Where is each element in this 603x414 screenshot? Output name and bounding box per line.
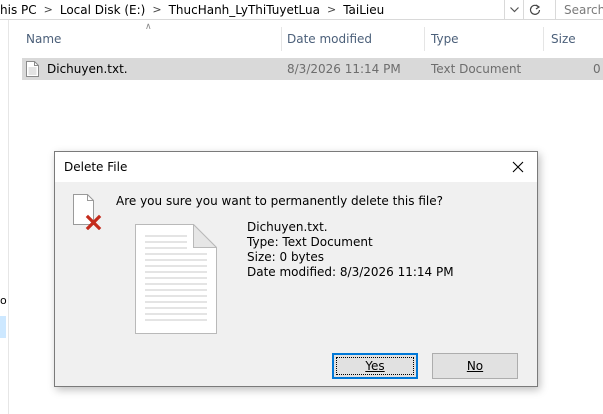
file-size: 0 <box>593 62 601 76</box>
breadcrumb-thuchanh[interactable]: ThucHanh_LyThiTuyetLua <box>165 3 324 17</box>
detail-file-name: Dichuyen.txt. <box>247 220 328 234</box>
refresh-button[interactable] <box>523 0 545 19</box>
text-document-icon <box>135 224 217 334</box>
column-divider[interactable] <box>424 27 425 51</box>
address-dropdown-button[interactable] <box>505 0 523 19</box>
column-divider[interactable] <box>281 27 282 51</box>
file-name[interactable]: Dichuyen.txt. <box>47 58 128 80</box>
column-header-type[interactable]: Type <box>431 27 541 51</box>
delete-file-icon <box>73 194 102 230</box>
breadcrumb[interactable]: his PC > Local Disk (E:) > ThucHanh_LyTh… <box>0 0 505 19</box>
breadcrumb-this-pc[interactable]: his PC <box>0 3 41 17</box>
nav-pane-selected-item[interactable] <box>0 316 6 338</box>
dialog-title: Delete File <box>64 160 128 174</box>
confirmation-question: Are you sure you want to permanently del… <box>116 194 443 208</box>
breadcrumb-chevron-icon[interactable]: > <box>324 3 339 16</box>
nav-pane-fragment[interactable]: o <box>0 294 7 307</box>
breadcrumb-local-disk[interactable]: Local Disk (E:) <box>56 3 150 17</box>
detail-file-type: Type: Text Document <box>247 235 373 249</box>
detail-date-modified: Date modified: 8/3/2026 11:14 PM <box>247 265 454 279</box>
column-header-name[interactable]: Name <box>26 27 281 51</box>
breadcrumb-chevron-icon[interactable]: > <box>149 3 164 16</box>
chevron-down-icon <box>509 6 519 12</box>
close-button[interactable] <box>507 156 529 178</box>
yes-button[interactable]: Yes <box>332 353 418 379</box>
address-bar: his PC > Local Disk (E:) > ThucHanh_LyTh… <box>0 0 603 20</box>
text-file-icon <box>26 61 39 77</box>
breadcrumb-tailieu[interactable]: TaiLieu <box>339 3 388 17</box>
detail-file-size: Size: 0 bytes <box>247 250 324 264</box>
search-input[interactable]: Search <box>555 0 603 19</box>
dialog-titlebar[interactable]: Delete File <box>55 152 537 182</box>
close-icon <box>512 161 524 173</box>
refresh-icon <box>529 4 540 15</box>
no-button[interactable]: No <box>432 353 518 379</box>
file-type: Text Document <box>431 62 522 76</box>
file-details: Dichuyen.txt. Type: Text Document Size: … <box>247 220 454 280</box>
breadcrumb-chevron-icon[interactable]: > <box>41 3 56 16</box>
column-divider[interactable] <box>543 27 544 51</box>
file-date-modified: 8/3/2026 11:14 PM <box>287 62 401 76</box>
file-row[interactable]: Dichuyen.txt. 8/3/2026 11:14 PM Text Doc… <box>22 58 603 80</box>
navigation-pane[interactable] <box>0 20 9 414</box>
no-button-label: No <box>466 359 484 373</box>
delete-file-dialog: Delete File Are you sure you want to per… <box>54 151 538 387</box>
focus-ring <box>336 357 414 375</box>
column-header-size[interactable]: Size <box>551 27 603 51</box>
column-header-date-modified[interactable]: Date modified <box>287 27 424 51</box>
